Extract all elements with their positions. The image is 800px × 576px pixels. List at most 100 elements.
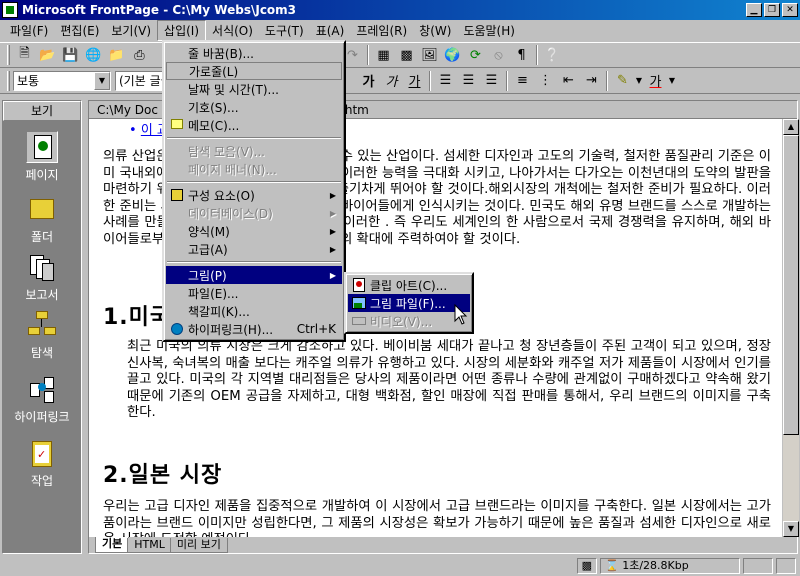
tab-html[interactable]: HTML [127, 538, 172, 553]
chevron-down-icon[interactable]: ▼ [94, 71, 110, 90]
highlight-icon[interactable]: ✎ [611, 70, 634, 92]
view-page[interactable]: 페이지 [3, 131, 81, 183]
menu-item-component[interactable]: 구성 요소(O) ▶ [166, 186, 342, 204]
maximize-icon[interactable]: ❐ [764, 3, 780, 17]
scroll-up-icon[interactable]: ▲ [783, 119, 799, 135]
scroll-down-icon[interactable]: ▼ [783, 521, 799, 537]
scroll-thumb[interactable] [783, 135, 799, 435]
menu-table[interactable]: 표(A) [310, 21, 351, 40]
menu-item-database: 데이터베이스(D) ▶ [188, 206, 336, 221]
view-hyperlinks[interactable]: 하이퍼링크 [3, 373, 81, 425]
connection-icon: ▩ [576, 558, 597, 574]
frontpage-app-icon[interactable] [2, 2, 18, 18]
toolbar-grip[interactable] [7, 70, 10, 91]
menu-file[interactable]: 파일(F) [4, 21, 54, 40]
menu-item-horizontal-line[interactable]: 가로줄(L) [166, 62, 342, 80]
menu-view[interactable]: 보기(V) [105, 21, 157, 40]
menu-item-symbol[interactable]: 기호(S)... [166, 98, 342, 116]
view-reports[interactable]: 보고서 [3, 251, 81, 303]
view-page-label: 페이지 [25, 168, 59, 182]
new-page-icon[interactable]: 🗎 [13, 44, 36, 66]
help-icon[interactable]: ❔ [541, 44, 564, 66]
tasks-icon: ✓ [26, 437, 58, 469]
menu-tools[interactable]: 도구(T) [259, 21, 310, 40]
menu-format[interactable]: 서식(O) [206, 21, 259, 40]
menu-frames[interactable]: 프레임(R) [350, 21, 413, 40]
refresh-icon[interactable]: ⟳ [464, 44, 487, 66]
save-icon[interactable]: 💾 [59, 44, 82, 66]
mouse-cursor-icon [454, 304, 468, 325]
stop-icon[interactable]: ⦸ [487, 44, 510, 66]
heading-japan: 2.일본 시장 [103, 463, 223, 488]
menu-help[interactable]: 도움말(H) [457, 21, 521, 40]
hyperlink-icon[interactable]: 🌍 [441, 44, 464, 66]
toolbar-grip[interactable] [7, 45, 10, 65]
hyperlink-globe-icon [169, 321, 185, 337]
heading-usa: 1.미국 [103, 305, 172, 330]
italic-button[interactable]: 가 [380, 70, 403, 92]
vertical-scrollbar[interactable]: ▲ ▼ [783, 119, 799, 537]
bulleted-list-icon[interactable]: ⋮ [534, 70, 557, 92]
download-time: ⌛ 1초/28.8Kbp [600, 558, 740, 574]
menu-item-clip-art[interactable]: 클립 아트(C)... [348, 276, 470, 294]
open-folder-icon[interactable]: 📂 [36, 44, 59, 66]
standard-toolbar: 🗎 📂 💾 🌐 📁 ⎙ ↷ ▦ ▩ 🖼 🌍 ⟳ ⦸ ¶ ❔ [0, 42, 800, 68]
insert-component-icon[interactable]: ▦ [372, 44, 395, 66]
insert-table-icon[interactable]: ▩ [395, 44, 418, 66]
usa-paragraph: 최근 미국의 의류 시장은 크게 감소하고 있다. 베이비붐 세대가 끝나고 청… [127, 339, 771, 420]
menu-item-picture[interactable]: 그림(P) ▶ [166, 266, 342, 284]
publish-icon[interactable]: 🌐 [82, 44, 105, 66]
menu-window[interactable]: 창(W) [413, 21, 457, 40]
views-bar: 보기 페이지 폴더 보고서 탐색 하이퍼링크 ✓ 작업 [2, 100, 82, 554]
view-navigation-label: 탐색 [30, 346, 54, 360]
menu-item-break[interactable]: 줄 바꿈(B)... [166, 44, 342, 62]
menu-item-advanced[interactable]: 고급(A) ▶ [166, 240, 342, 258]
view-reports-label: 보고서 [25, 288, 59, 302]
view-hyperlinks-label: 하이퍼링크 [14, 410, 70, 424]
style-combo[interactable]: 보통 ▼ [13, 70, 111, 91]
tab-normal[interactable]: 기본 [95, 537, 130, 553]
view-tabs: 기본 HTML 미리 보기 [89, 537, 797, 553]
align-right-icon[interactable]: ☰ [480, 70, 503, 92]
chevron-down-icon[interactable]: ▼ [667, 70, 677, 92]
menu-item-date-time[interactable]: 날짜 및 시간(T)... [166, 80, 342, 98]
menu-bar: 파일(F) 편집(E) 보기(V) 삽입(I) 서식(O) 도구(T) 표(A)… [0, 19, 800, 41]
align-left-icon[interactable]: ☰ [434, 70, 457, 92]
menu-item-video: 비디오(V)... [348, 312, 470, 330]
tab-preview[interactable]: 미리 보기 [169, 538, 228, 553]
submenu-arrow-icon: ▶ [329, 226, 336, 236]
menu-item-page-banner: 페이지 배너(N)... [188, 162, 277, 177]
menu-edit[interactable]: 편집(E) [54, 21, 105, 40]
align-center-icon[interactable]: ☰ [457, 70, 480, 92]
menu-item-navigation-bar: 탐색 모음(V)... [188, 144, 265, 159]
decrease-indent-icon[interactable]: ⇤ [557, 70, 580, 92]
show-all-icon[interactable]: ¶ [510, 44, 533, 66]
chevron-down-icon[interactable]: ▼ [634, 70, 644, 92]
submenu-arrow-icon: ▶ [329, 244, 336, 254]
menu-item-file[interactable]: 파일(E)... [166, 284, 342, 302]
menu-item-bookmark[interactable]: 책갈피(K)... [166, 302, 342, 320]
increase-indent-icon[interactable]: ⇥ [580, 70, 603, 92]
menu-item-form[interactable]: 양식(M) ▶ [166, 222, 342, 240]
component-icon [169, 187, 185, 203]
view-navigation[interactable]: 탐색 [3, 309, 81, 361]
underline-button[interactable]: 가 [403, 70, 426, 92]
minimize-icon[interactable]: ▁ [746, 3, 762, 17]
numbered-list-icon[interactable]: ≡ [511, 70, 534, 92]
page-view-icon [26, 131, 58, 163]
bold-button[interactable]: 가 [357, 70, 380, 92]
menu-insert[interactable]: 삽입(I) [157, 19, 207, 41]
picture-file-icon [351, 295, 367, 311]
menu-item-comment[interactable]: 메모(C)... [166, 116, 342, 134]
folder-list-icon[interactable]: 📁 [105, 44, 128, 66]
view-folders[interactable]: 폴더 [3, 193, 81, 245]
page-path: C:\My Doc [97, 103, 158, 117]
print-icon[interactable]: ⎙ [128, 44, 151, 66]
menu-item-hyperlink[interactable]: 하이퍼링크(H)... Ctrl+K [166, 320, 342, 338]
insert-picture-icon[interactable]: 🖼 [418, 44, 441, 66]
formatting-toolbar: 보통 ▼ (기본 글꼴) 가 가 가 ☰ ☰ ☰ ≡ ⋮ ⇤ ⇥ ✎ ▼ 가 ▼ [0, 68, 800, 94]
font-color-button[interactable]: 가 [644, 70, 667, 92]
close-icon[interactable]: ✕ [782, 3, 798, 17]
menu-item-picture-file[interactable]: 그림 파일(F)... [348, 294, 470, 312]
view-tasks[interactable]: ✓ 작업 [3, 437, 81, 489]
